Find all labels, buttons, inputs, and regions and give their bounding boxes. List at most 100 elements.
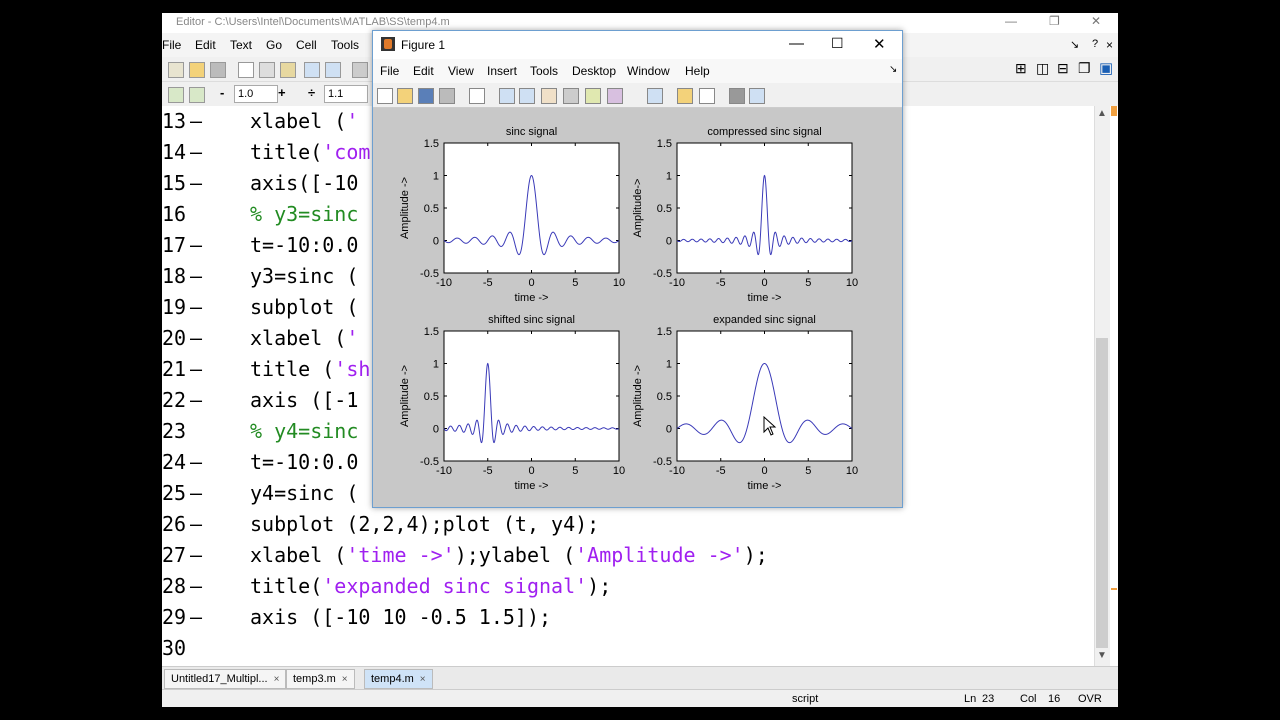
breakpoint-marker[interactable]: —: [190, 478, 202, 509]
open-folder-icon[interactable]: [189, 62, 205, 78]
breakpoint-marker[interactable]: —: [190, 106, 202, 137]
code-line[interactable]: 28— title('expanded sinc signal');: [162, 571, 1094, 602]
open-file-icon[interactable]: [397, 88, 413, 104]
breakpoint-marker[interactable]: —: [190, 385, 202, 416]
save-figure-icon[interactable]: [418, 88, 434, 104]
menu-go[interactable]: Go: [266, 38, 282, 52]
breakpoint-marker[interactable]: —: [190, 323, 202, 354]
x-tick-label: 0: [761, 465, 767, 477]
cut-icon[interactable]: [238, 62, 254, 78]
brush-icon[interactable]: [607, 88, 623, 104]
dock-maximize-icon[interactable]: ▣: [1099, 59, 1113, 77]
increment-button[interactable]: +: [278, 85, 286, 100]
undock-icon[interactable]: ↘: [1070, 38, 1079, 51]
divide-button[interactable]: ÷: [308, 85, 315, 100]
close-button[interactable]: ✕: [1091, 14, 1101, 28]
menu-edit[interactable]: Edit: [195, 38, 216, 52]
figure-menu-edit[interactable]: Edit: [413, 64, 434, 78]
tab-temp4[interactable]: temp4.m ×: [364, 669, 433, 689]
pan-hand-icon[interactable]: [541, 88, 557, 104]
breakpoint-marker[interactable]: —: [190, 602, 202, 633]
new-file-icon[interactable]: [168, 62, 184, 78]
analyzer-line-marker[interactable]: [1111, 588, 1117, 590]
figure-menu-view[interactable]: View: [448, 64, 474, 78]
code-token: xlabel (: [250, 326, 347, 350]
print-figure-icon[interactable]: [439, 88, 455, 104]
tab-temp3[interactable]: temp3.m ×: [286, 669, 355, 689]
show-plot-tools-icon[interactable]: [749, 88, 765, 104]
data-cursor-icon[interactable]: [585, 88, 601, 104]
tab-close-icon[interactable]: ×: [342, 674, 348, 685]
figure-menu-tools[interactable]: Tools: [530, 64, 558, 78]
undo-icon[interactable]: [304, 62, 320, 78]
figure-menu-file[interactable]: File: [380, 64, 399, 78]
tab-close-icon[interactable]: ×: [274, 674, 280, 685]
zoom-out-icon[interactable]: [519, 88, 535, 104]
code-line[interactable]: 30: [162, 633, 1094, 664]
zoom-in-icon[interactable]: [499, 88, 515, 104]
figure-menu-desktop[interactable]: Desktop: [572, 64, 616, 78]
insert-colorbar-icon[interactable]: [677, 88, 693, 104]
analyzer-warning-marker[interactable]: [1111, 106, 1117, 116]
link-plot-icon[interactable]: [647, 88, 663, 104]
save-icon[interactable]: [210, 62, 226, 78]
breakpoint-marker[interactable]: —: [190, 540, 202, 571]
figure-menu-window[interactable]: Window: [627, 64, 670, 78]
restore-button[interactable]: ❐: [1049, 14, 1060, 28]
dock-split-horizontal-icon[interactable]: ⊟: [1057, 60, 1069, 77]
breakpoint-marker[interactable]: —: [190, 509, 202, 540]
cell-mode-icon[interactable]: [189, 87, 205, 103]
dock-float-icon[interactable]: ❐: [1078, 60, 1091, 77]
tab-untitled17[interactable]: Untitled17_Multipl... ×: [164, 669, 287, 689]
breakpoint-marker[interactable]: —: [190, 292, 202, 323]
dock-grid-icon[interactable]: ⊞: [1015, 60, 1027, 77]
figure-titlebar: Figure 1 — ☐ ✕: [373, 31, 902, 59]
breakpoint-marker[interactable]: —: [190, 354, 202, 385]
scale-value-input[interactable]: 1.1: [324, 85, 368, 103]
x-axis-label: time ->: [748, 292, 782, 304]
figure-close-button[interactable]: ✕: [873, 35, 886, 53]
code-line[interactable]: 29— axis ([-10 10 -0.5 1.5]);: [162, 602, 1094, 633]
new-figure-icon[interactable]: [377, 88, 393, 104]
breakpoint-marker[interactable]: —: [190, 168, 202, 199]
figure-menu-help[interactable]: Help: [685, 64, 710, 78]
figure-maximize-button[interactable]: ☐: [831, 35, 844, 52]
scroll-down-icon[interactable]: ▼: [1097, 650, 1107, 661]
figure-canvas[interactable]: -10 -5 0 5 10 -0.5 0 0.5 1 1.5 sinc signal time -> A…: [373, 108, 902, 507]
hide-plot-tools-icon[interactable]: [729, 88, 745, 104]
breakpoint-marker[interactable]: —: [190, 137, 202, 168]
figure-minimize-button[interactable]: —: [789, 35, 804, 52]
menu-text[interactable]: Text: [230, 38, 252, 52]
help-icon[interactable]: ?: [1092, 38, 1098, 50]
paste-icon[interactable]: [280, 62, 296, 78]
code-line[interactable]: 27— xlabel ('time ->');ylabel ('Amplitude…: [162, 540, 1094, 571]
figure-menu-insert[interactable]: Insert: [487, 64, 517, 78]
code-line[interactable]: 26— subplot (2,2,4);plot (t, y4);: [162, 509, 1094, 540]
copy-icon[interactable]: [259, 62, 275, 78]
menu-file[interactable]: File: [162, 38, 181, 52]
subplot-4: -10 -5 0 5 10-0.500.511.5expanded sinc signa…: [632, 314, 858, 492]
scroll-up-icon[interactable]: ▲: [1097, 108, 1107, 119]
close-doc-icon[interactable]: ×: [1106, 38, 1113, 52]
figure-dock-icon[interactable]: ↘: [889, 64, 897, 75]
insert-legend-icon[interactable]: [699, 88, 715, 104]
insert-cell-icon[interactable]: [168, 87, 184, 103]
minimize-button[interactable]: —: [1005, 14, 1017, 28]
dock-split-vertical-icon[interactable]: ◫: [1036, 60, 1049, 77]
increment-value-input[interactable]: 1.0: [234, 85, 278, 103]
tab-close-icon[interactable]: ×: [420, 674, 426, 685]
breakpoint-marker[interactable]: —: [190, 230, 202, 261]
edit-plot-arrow-icon[interactable]: [469, 88, 485, 104]
scrollbar-thumb[interactable]: [1096, 338, 1108, 648]
code-text: % y4=sinc: [250, 416, 358, 447]
rotate-3d-icon[interactable]: [563, 88, 579, 104]
redo-icon[interactable]: [325, 62, 341, 78]
menu-tools[interactable]: Tools: [331, 38, 359, 52]
decrement-button[interactable]: -: [220, 85, 224, 100]
breakpoint-marker[interactable]: —: [190, 261, 202, 292]
menu-cell[interactable]: Cell: [296, 38, 317, 52]
breakpoint-marker[interactable]: —: [190, 447, 202, 478]
print-icon[interactable]: [352, 62, 368, 78]
tab-label: temp3.m: [293, 673, 336, 685]
breakpoint-marker[interactable]: —: [190, 571, 202, 602]
